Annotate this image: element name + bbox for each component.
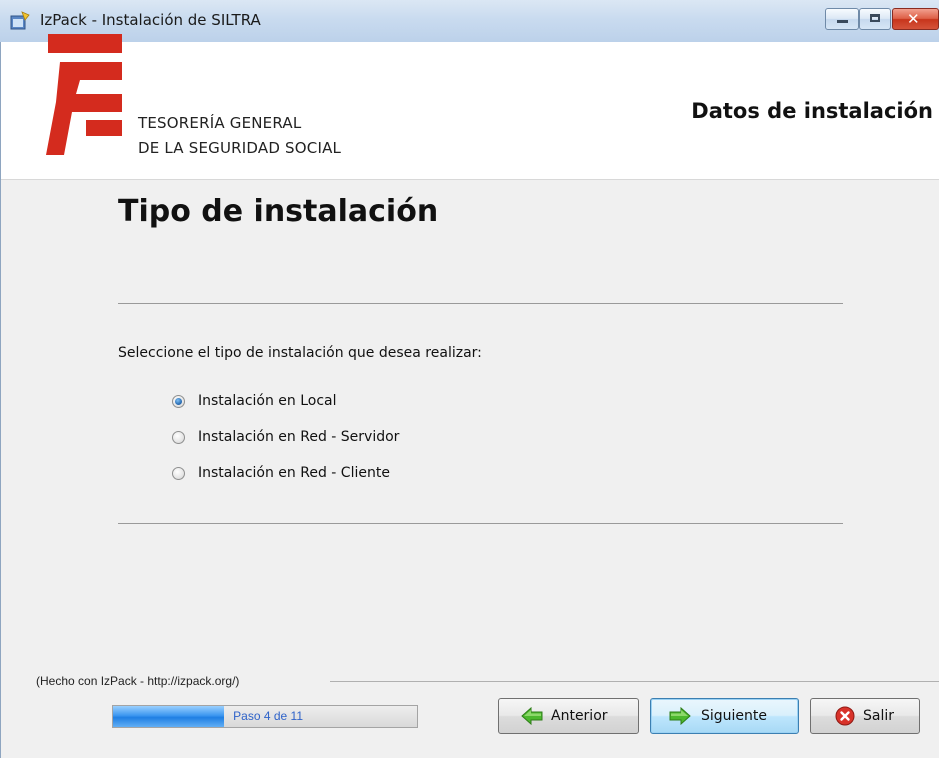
close-button[interactable]: ✕	[892, 8, 939, 30]
previous-button[interactable]: Anterior	[498, 698, 639, 734]
window-titlebar[interactable]: IzPack - Instalación de SILTRA ✕	[0, 0, 939, 43]
minimize-icon	[837, 20, 848, 23]
install-type-prompt: Seleccione el tipo de instalación que de…	[118, 345, 482, 361]
exit-button[interactable]: Salir	[810, 698, 920, 734]
radio-label[interactable]: Instalación en Local	[198, 393, 337, 409]
close-circle-icon	[835, 706, 855, 726]
maximize-icon	[870, 14, 880, 22]
installer-app-icon	[10, 11, 30, 30]
next-button-label: Siguiente	[701, 708, 768, 724]
maximize-button[interactable]	[859, 8, 891, 30]
radio-label[interactable]: Instalación en Red - Servidor	[198, 429, 399, 445]
tgss-logo	[46, 34, 122, 155]
previous-button-label: Anterior	[551, 708, 608, 724]
exit-button-label: Salir	[863, 708, 895, 724]
step-progress-bar: Paso 4 de 11	[112, 705, 418, 728]
arrow-right-icon	[669, 707, 691, 725]
arrow-left-icon	[521, 707, 543, 725]
close-icon: ✕	[907, 10, 920, 28]
page-title: Tipo de instalación	[118, 194, 439, 229]
org-name-line-1: TESORERÍA GENERAL	[138, 114, 302, 132]
radio-button[interactable]	[172, 431, 185, 444]
progress-text: Paso 4 de 11	[233, 709, 303, 723]
next-button[interactable]: Siguiente	[650, 698, 799, 734]
window-title: IzPack - Instalación de SILTRA	[40, 11, 261, 29]
radio-button[interactable]	[172, 467, 185, 480]
content-panel	[1, 180, 939, 758]
separator-top	[118, 303, 843, 304]
separator-bottom	[118, 523, 843, 524]
radio-label[interactable]: Instalación en Red - Cliente	[198, 465, 390, 481]
header-title: Datos de instalación	[691, 99, 933, 123]
radio-button-checked[interactable]	[172, 395, 185, 408]
made-with-izpack-label: (Hecho con IzPack - http://izpack.org/)	[36, 674, 240, 688]
footer-separator	[330, 681, 939, 682]
org-name-line-2: DE LA SEGURIDAD SOCIAL	[138, 139, 342, 157]
minimize-button[interactable]	[825, 8, 859, 30]
